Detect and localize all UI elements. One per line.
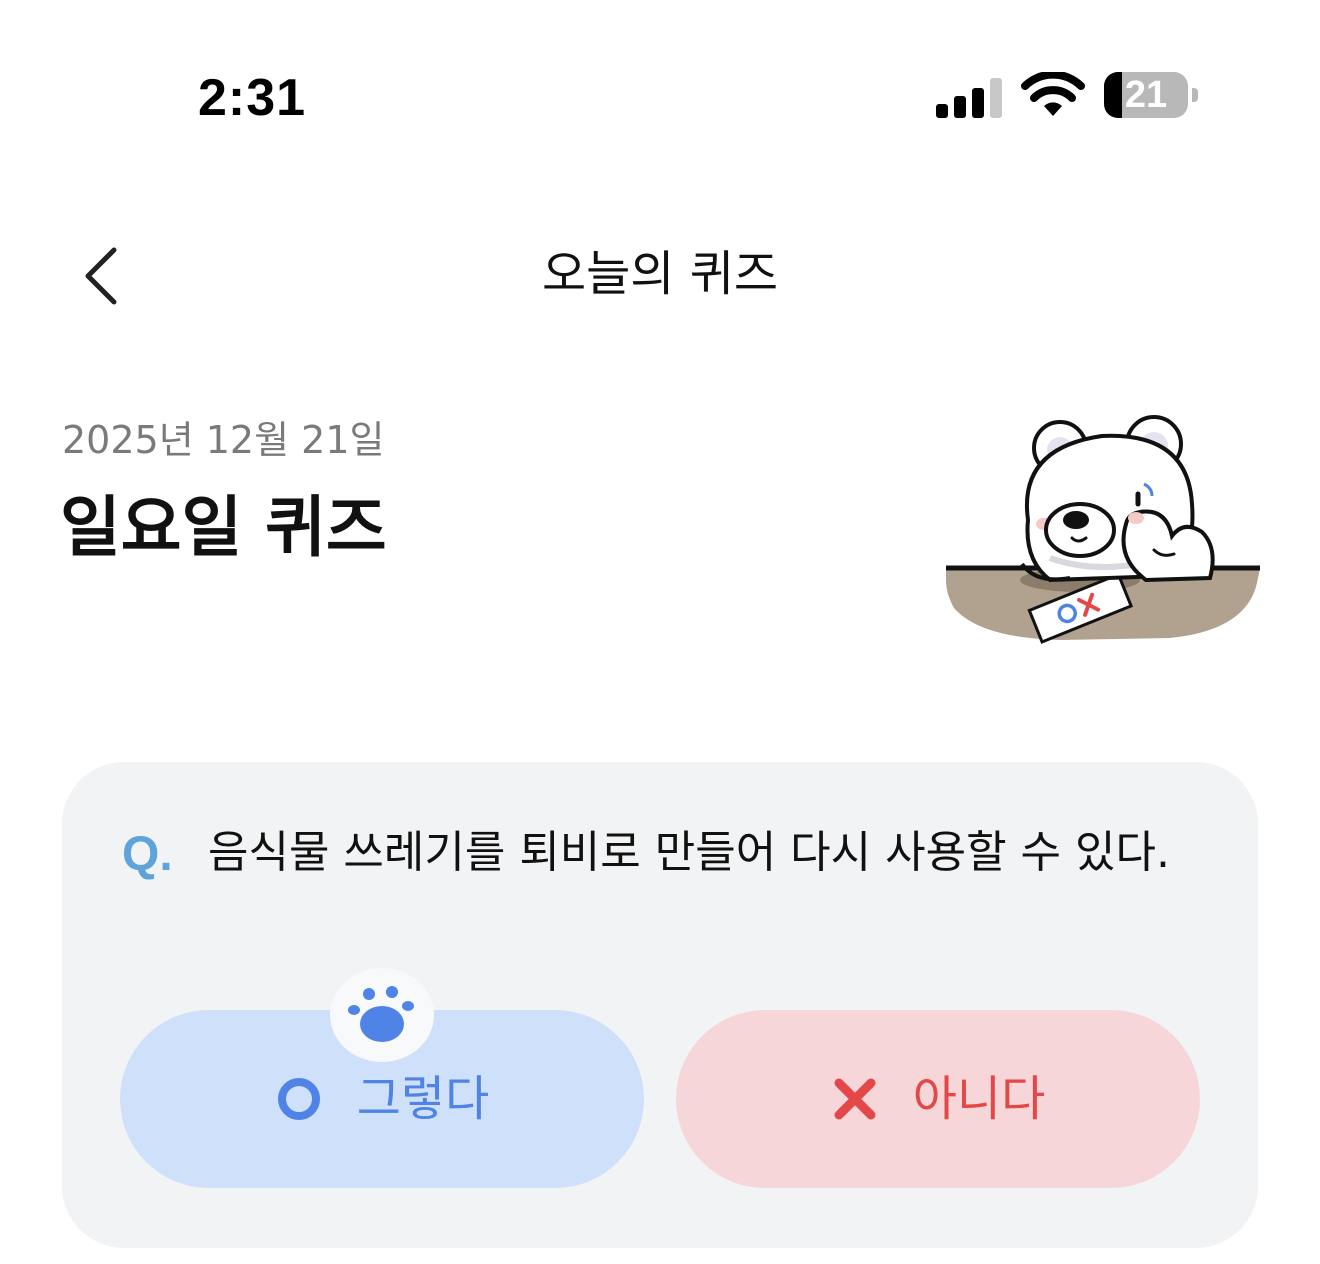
answer-yes-label: 그렇다 [356, 1071, 490, 1127]
bear-illustration [940, 408, 1270, 648]
page-title: 오늘의 퀴즈 [541, 246, 779, 302]
back-button[interactable] [66, 236, 136, 316]
wifi-icon [1020, 70, 1086, 120]
question-text: 음식물 쓰레기를 퇴비로 만들어 다시 사용할 수 있다. [208, 827, 1170, 878]
battery-icon: 21 [1104, 72, 1200, 120]
quiz-card: Q. 음식물 쓰레기를 퇴비로 만들어 다시 사용할 수 있다. 그렇다 아니다 [62, 762, 1258, 1248]
quiz-title: 일요일 퀴즈 [60, 489, 387, 566]
chevron-left-icon [85, 247, 117, 305]
battery-level: 21 [1124, 74, 1168, 116]
quiz-date: 2025년 12월 21일 [62, 418, 385, 462]
question-prefix: Q. [122, 828, 173, 881]
cellular-signal-icon [936, 74, 1004, 118]
x-icon [831, 1075, 879, 1123]
status-time: 2:31 [198, 69, 307, 127]
paw-icon [330, 968, 434, 1062]
answer-no-label: 아니다 [912, 1071, 1046, 1127]
o-icon [275, 1075, 323, 1123]
answer-no-button[interactable]: 아니다 [676, 1010, 1200, 1188]
